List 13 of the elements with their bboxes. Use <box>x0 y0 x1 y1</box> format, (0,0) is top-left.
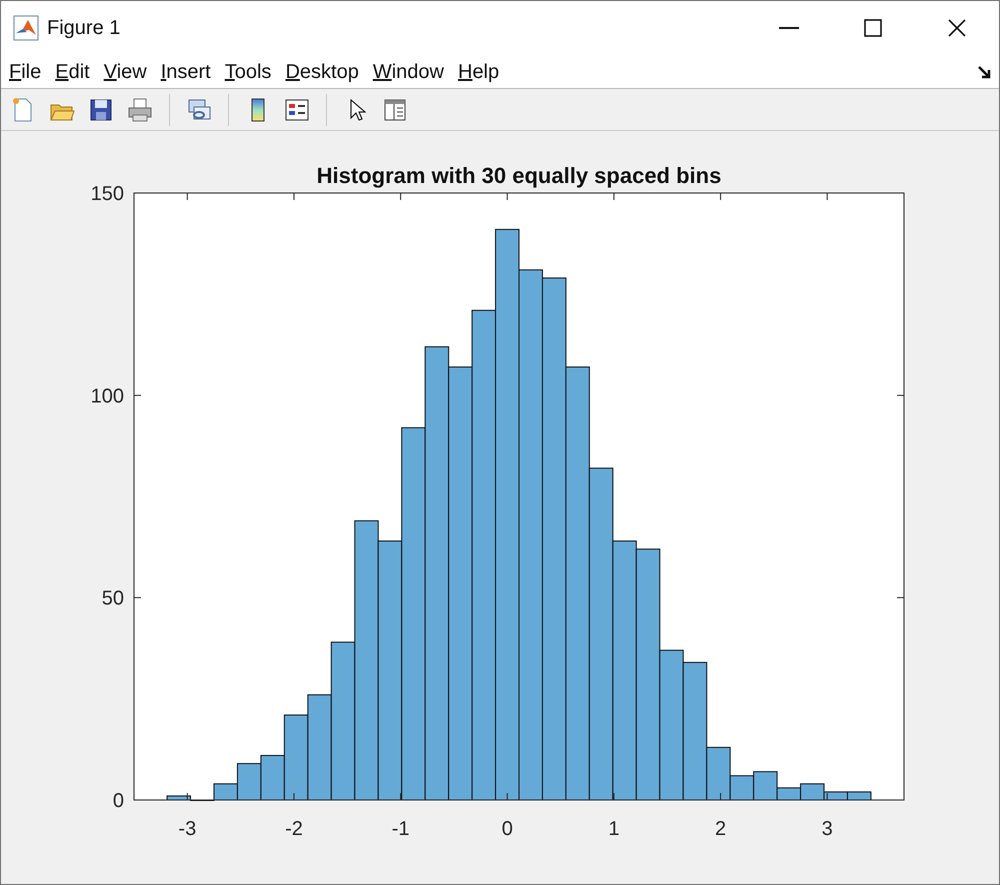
x-tick-label: -3 <box>178 818 196 840</box>
y-tick-label: 50 <box>102 588 124 610</box>
x-tick-label: -2 <box>285 818 303 840</box>
y-tick-label: 100 <box>90 385 124 408</box>
x-tick-label: 1 <box>608 818 620 840</box>
x-tick-label: 0 <box>502 818 513 840</box>
window-title: Figure 1 <box>47 16 120 41</box>
x-tick-label: 3 <box>822 818 833 840</box>
x-tick-label: -1 <box>392 818 410 840</box>
y-tick-label: 150 <box>90 183 124 205</box>
y-tick-label: 0 <box>112 790 124 812</box>
chart-title: Histogram with 30 equally spaced bins <box>316 163 722 188</box>
x-tick-label: 2 <box>715 818 726 840</box>
